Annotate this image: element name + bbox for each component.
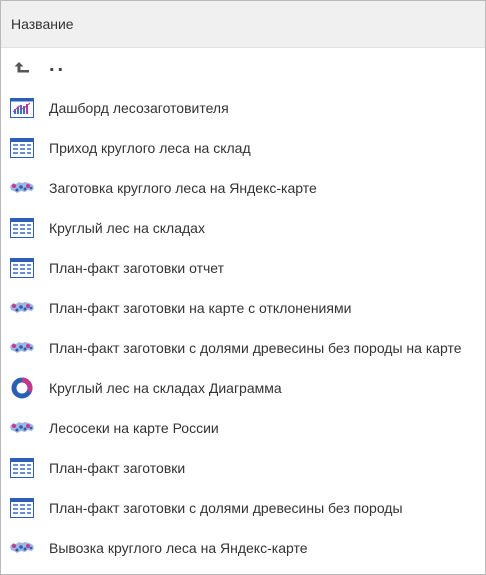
report-list-panel: Название .. Дашборд лесозаготовителя При…: [0, 0, 486, 575]
report-list: .. Дашборд лесозаготовителя Приход кругл…: [1, 48, 485, 568]
report-list-item[interactable]: План-факт заготовки отчет: [1, 248, 485, 288]
dashboard-icon: [8, 97, 36, 119]
map-icon: [8, 297, 36, 319]
column-title: Название: [11, 16, 74, 32]
report-list-item[interactable]: Заготовка круглого леса на Яндекс-карте: [1, 168, 485, 208]
report-item-label: Лесосеки на карте России: [49, 420, 219, 436]
report-item-label: План-факт заготовки отчет: [49, 260, 225, 276]
report-list-item[interactable]: План-факт заготовки с долями древесины б…: [1, 328, 485, 368]
map-icon: [8, 337, 36, 359]
level-up-icon: [8, 57, 36, 79]
map-icon: [8, 537, 36, 559]
table-report-icon: [8, 217, 36, 239]
map-icon: [8, 177, 36, 199]
parent-folder-label: ..: [49, 54, 67, 76]
report-item-label: Круглый лес на складах: [49, 220, 205, 236]
report-item-label: План-факт заготовки с долями древесины б…: [49, 340, 462, 356]
report-item-label: Приход круглого леса на склад: [49, 140, 251, 156]
report-list-item[interactable]: Лесосеки на карте России: [1, 408, 485, 448]
donut-chart-icon: [8, 377, 36, 399]
column-header[interactable]: Название: [1, 1, 485, 48]
report-item-label: Дашборд лесозаготовителя: [49, 100, 229, 116]
report-list-item[interactable]: Круглый лес на складах Диаграмма: [1, 368, 485, 408]
report-list-item[interactable]: Дашборд лесозаготовителя: [1, 88, 485, 128]
parent-folder-row[interactable]: ..: [1, 48, 485, 88]
report-item-label: План-факт заготовки с долями древесины б…: [49, 500, 403, 516]
table-report-icon: [8, 497, 36, 519]
table-report-icon: [8, 137, 36, 159]
table-report-icon: [8, 257, 36, 279]
report-item-label: План-факт заготовки: [49, 460, 186, 476]
report-list-item[interactable]: План-факт заготовки на карте с отклонени…: [1, 288, 485, 328]
report-list-item[interactable]: План-факт заготовки с долями древесины б…: [1, 488, 485, 528]
report-item-label: Заготовка круглого леса на Яндекс-карте: [49, 180, 317, 196]
table-report-icon: [8, 457, 36, 479]
report-list-item[interactable]: Вывозка круглого леса на Яндекс-карте: [1, 528, 485, 568]
report-list-item[interactable]: План-факт заготовки: [1, 448, 485, 488]
report-list-item[interactable]: Приход круглого леса на склад: [1, 128, 485, 168]
map-icon: [8, 417, 36, 439]
report-item-label: Круглый лес на складах Диаграмма: [49, 380, 282, 396]
report-item-label: Вывозка круглого леса на Яндекс-карте: [49, 540, 308, 556]
report-item-label: План-факт заготовки на карте с отклонени…: [49, 300, 352, 316]
report-list-item[interactable]: Круглый лес на складах: [1, 208, 485, 248]
